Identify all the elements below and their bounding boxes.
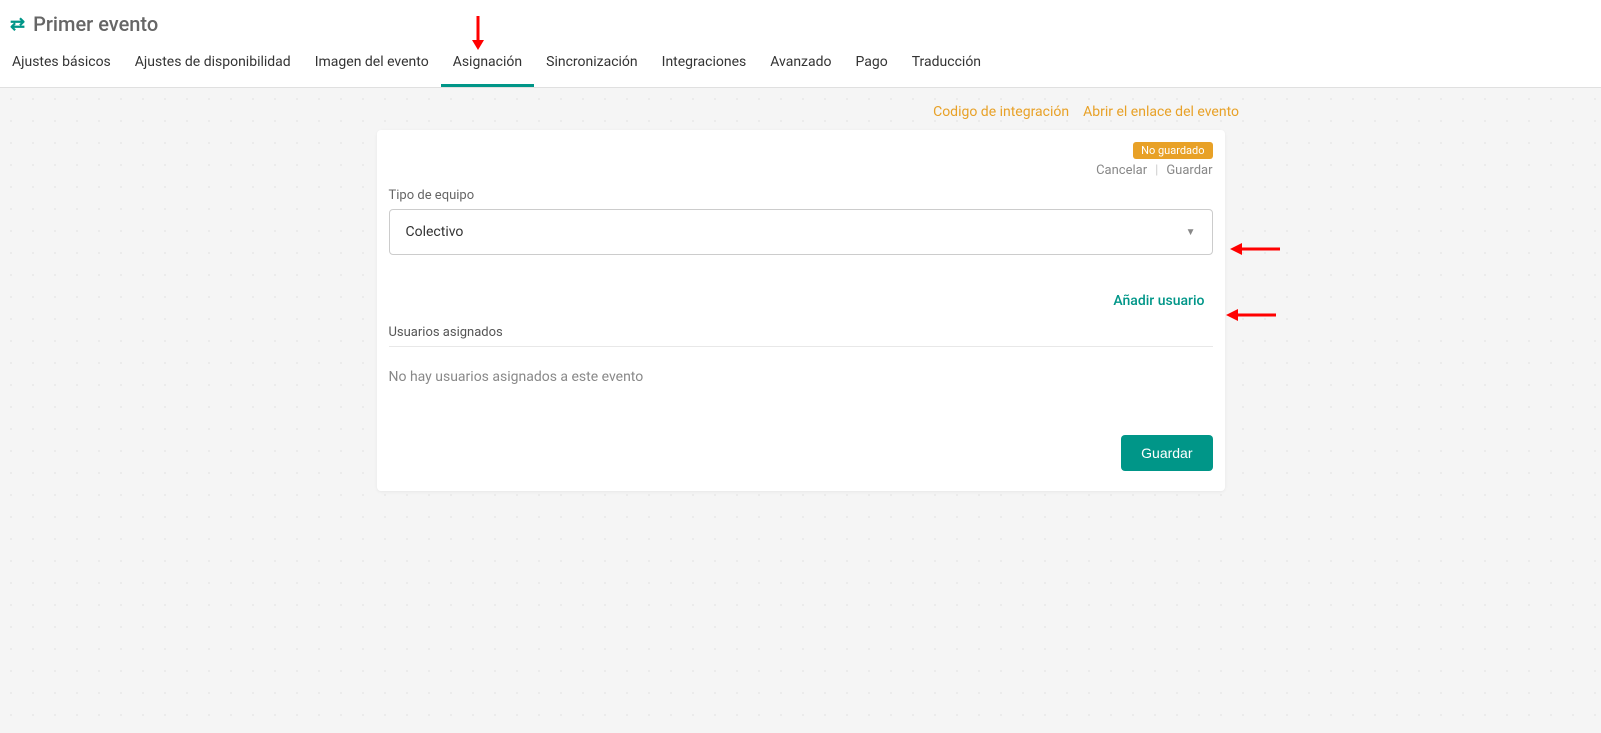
unsaved-badge: No guardado xyxy=(1133,142,1212,159)
integration-code-link[interactable]: Codigo de integración xyxy=(933,104,1069,120)
add-user-button[interactable]: Añadir usuario xyxy=(1113,293,1204,309)
header: ⇄ Primer evento Ajustes básicos Ajustes … xyxy=(0,0,1601,88)
chevron-down-icon: ▼ xyxy=(1186,227,1196,238)
tab-event-image[interactable]: Imagen del evento xyxy=(303,42,441,87)
tab-translation[interactable]: Traducción xyxy=(900,42,993,87)
tab-availability-settings[interactable]: Ajustes de disponibilidad xyxy=(123,42,303,87)
cancel-link[interactable]: Cancelar xyxy=(1096,163,1147,178)
separator: | xyxy=(1155,163,1158,178)
assigned-users-label: Usuarios asignados xyxy=(389,325,1213,347)
add-user-row: Añadir usuario xyxy=(389,293,1205,309)
empty-users-text: No hay usuarios asignados a este evento xyxy=(389,353,1213,435)
top-links: Codigo de integración Abrir el enlace de… xyxy=(0,98,1601,130)
save-button[interactable]: Guardar xyxy=(1121,435,1212,471)
card: No guardado Cancelar | Guardar Tipo de e… xyxy=(377,130,1225,491)
open-event-link[interactable]: Abrir el enlace del evento xyxy=(1083,104,1239,120)
tab-assignment[interactable]: Asignación xyxy=(441,42,534,87)
team-type-select[interactable]: Colectivo ▼ xyxy=(389,209,1213,255)
team-type-value: Colectivo xyxy=(406,224,464,240)
save-link[interactable]: Guardar xyxy=(1166,163,1212,178)
tab-advanced[interactable]: Avanzado xyxy=(758,42,843,87)
card-actions: Cancelar | Guardar xyxy=(1096,163,1212,178)
team-type-label: Tipo de equipo xyxy=(389,188,1213,203)
page-title: Primer evento xyxy=(33,12,158,36)
content: Codigo de integración Abrir el enlace de… xyxy=(0,88,1601,491)
card-header: No guardado Cancelar | Guardar xyxy=(389,142,1213,178)
swap-icon: ⇄ xyxy=(10,14,25,35)
tab-integrations[interactable]: Integraciones xyxy=(650,42,759,87)
save-row: Guardar xyxy=(389,435,1213,471)
tab-payment[interactable]: Pago xyxy=(844,42,900,87)
tab-basic-settings[interactable]: Ajustes básicos xyxy=(0,42,123,87)
tab-synchronization[interactable]: Sincronización xyxy=(534,42,650,87)
title-row: ⇄ Primer evento xyxy=(0,0,1601,42)
tabs: Ajustes básicos Ajustes de disponibilida… xyxy=(0,42,1601,87)
